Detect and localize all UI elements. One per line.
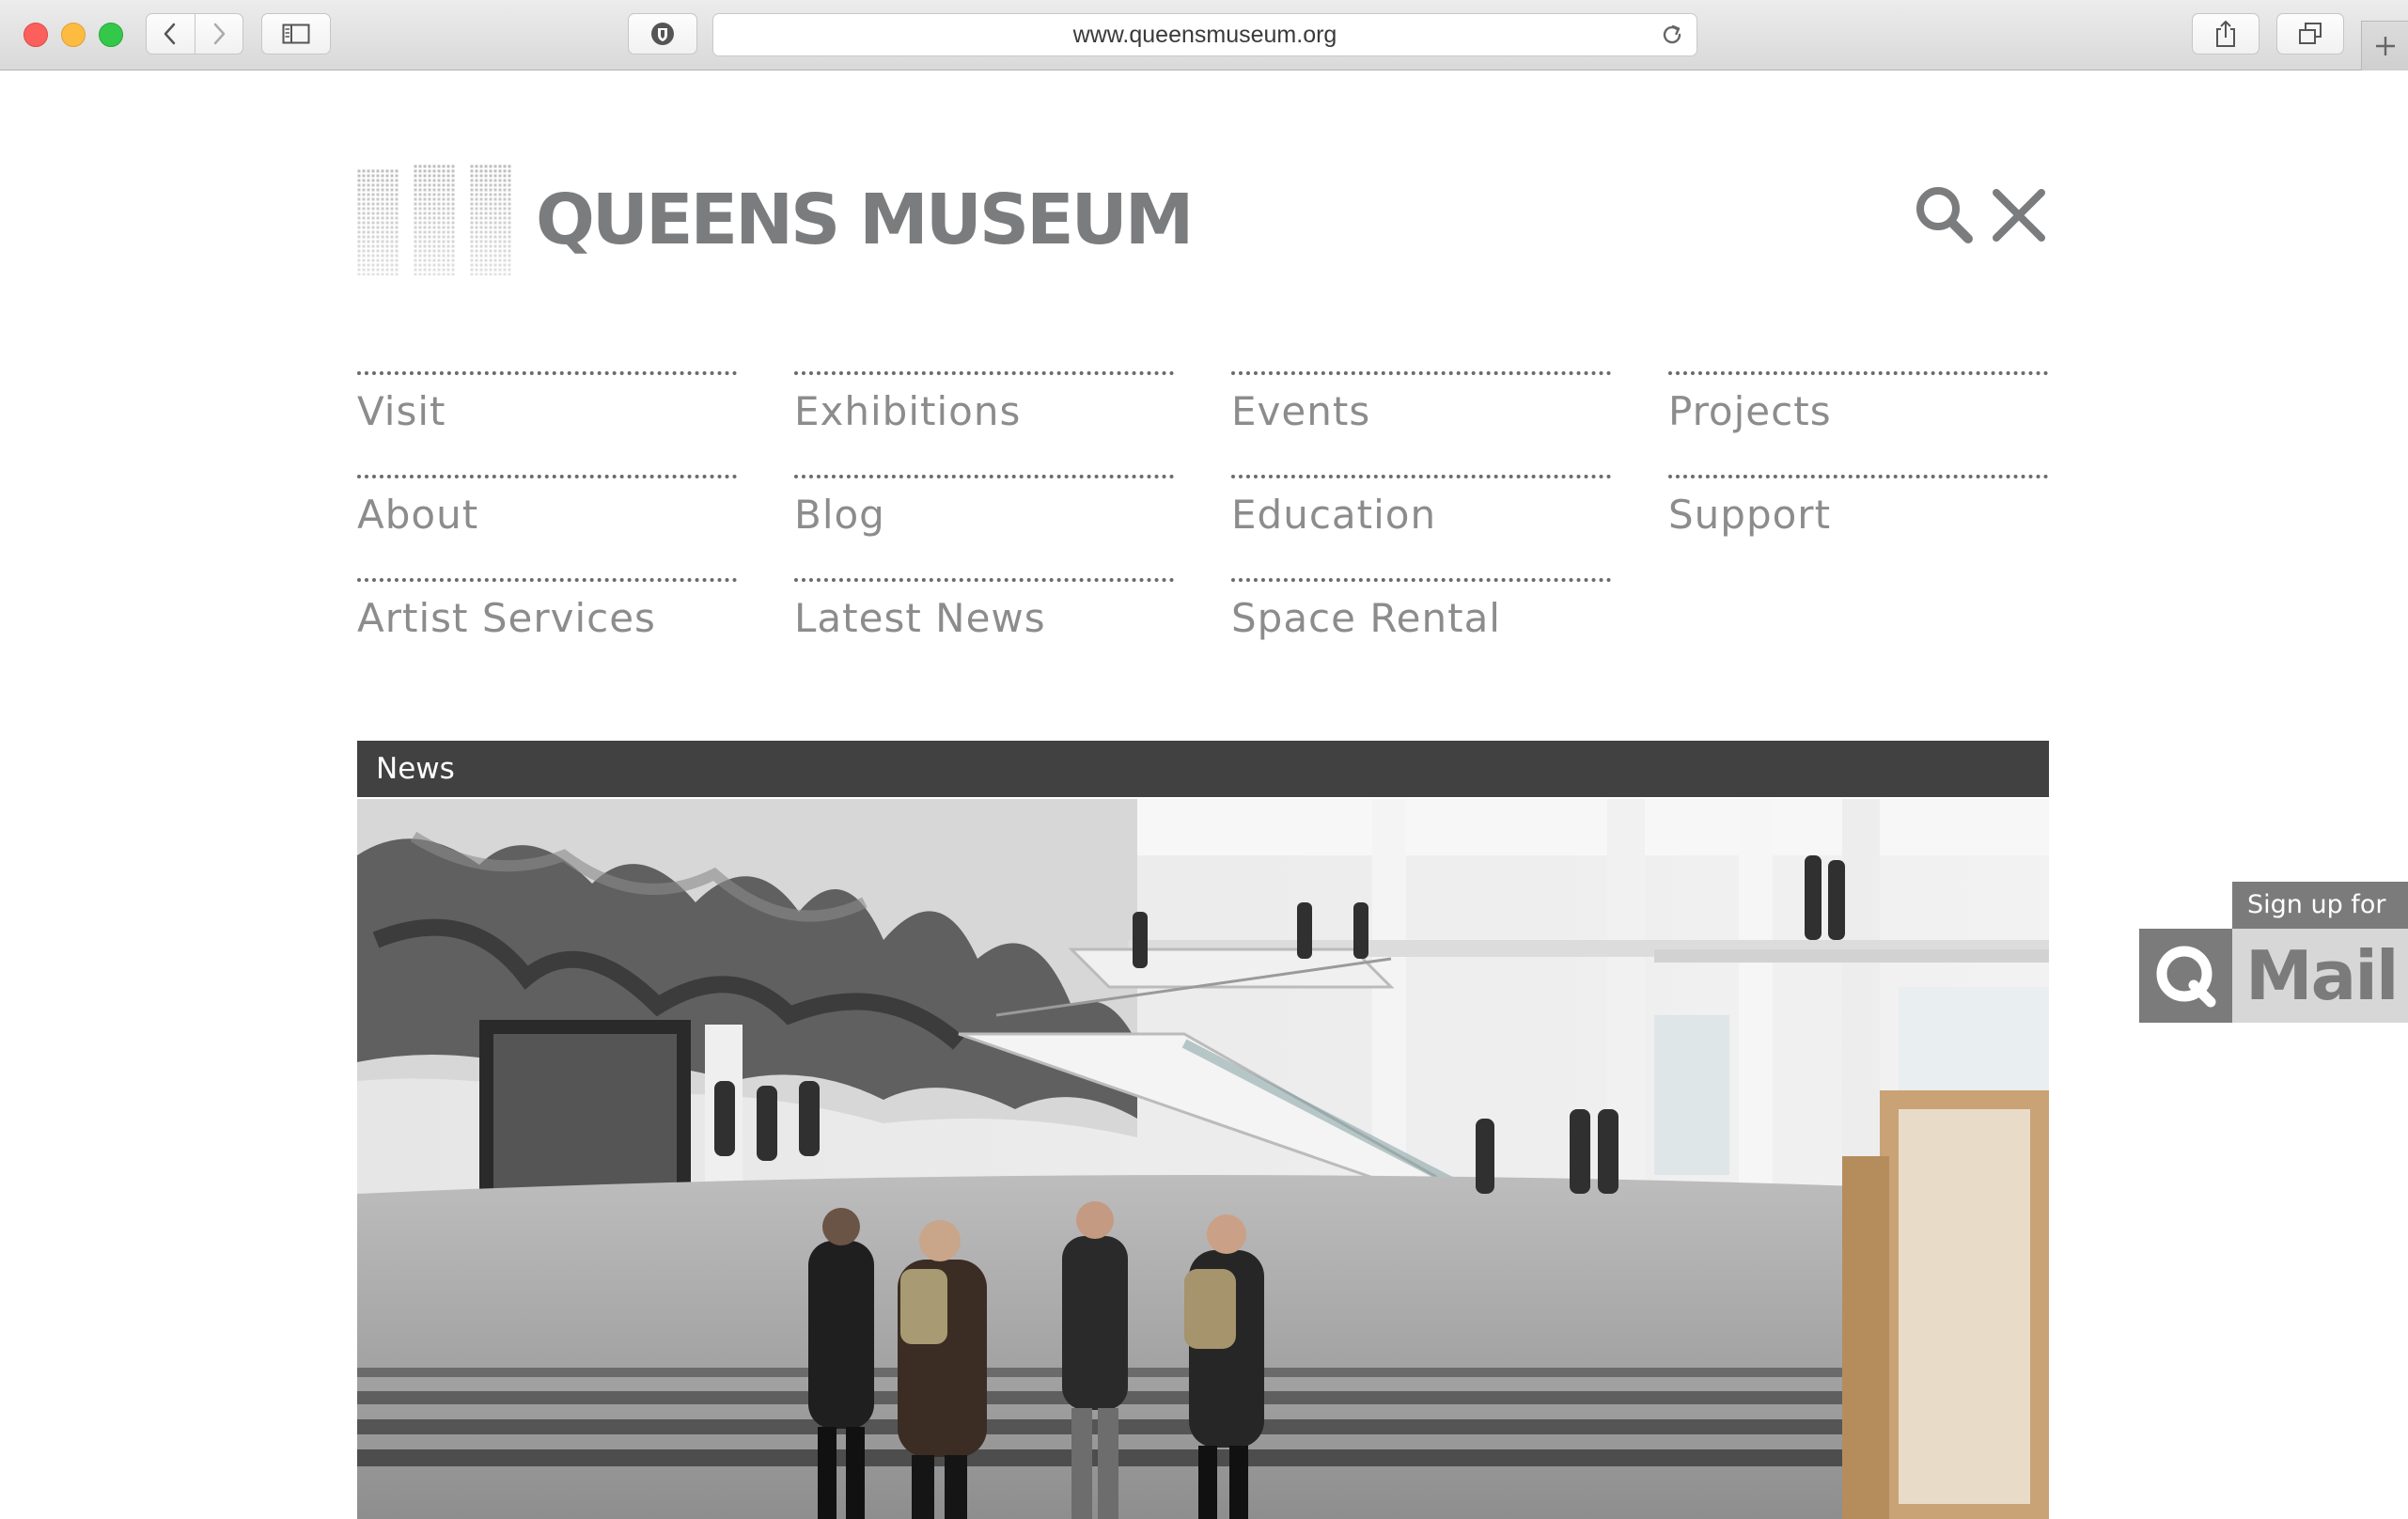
close-menu-button[interactable] <box>1991 187 2047 243</box>
address-bar[interactable]: www.queensmuseum.org <box>712 13 1697 56</box>
shield-icon <box>651 23 674 45</box>
back-button[interactable] <box>147 14 195 54</box>
menu-item-education[interactable]: Education <box>1231 475 1611 578</box>
menu-item-exhibitions[interactable]: Exhibitions <box>794 371 1174 475</box>
privacy-extension-button[interactable] <box>628 13 697 55</box>
menu-item-blog[interactable]: Blog <box>794 475 1174 578</box>
qmail-brand: Mail <box>2232 929 2408 1023</box>
plus-icon <box>2375 37 2395 55</box>
sidebar-icon <box>282 23 310 44</box>
chevron-left-icon <box>164 23 176 45</box>
menu-item-artist-services[interactable]: Artist Services <box>357 578 737 681</box>
qmail-signup-label: Sign up for <box>2232 882 2408 929</box>
forward-button[interactable] <box>194 14 243 54</box>
logo-mark-icon <box>357 164 512 275</box>
reload-icon <box>1663 24 1681 44</box>
site-logo[interactable]: QUEENS MUSEUM <box>357 164 1194 275</box>
url-text: www.queensmuseum.org <box>1072 21 1337 48</box>
reload-button[interactable] <box>1659 22 1685 52</box>
site-title: QUEENS MUSEUM <box>536 180 1194 260</box>
tabs-overview-button[interactable] <box>2276 13 2344 55</box>
menu-item-latest-news[interactable]: Latest News <box>794 578 1174 681</box>
qmail-q-icon <box>2139 929 2232 1023</box>
menu-item-about[interactable]: About <box>357 475 737 578</box>
history-nav <box>146 13 243 55</box>
menu-item-support[interactable]: Support <box>1668 475 2048 578</box>
tabs-icon <box>2299 23 2322 44</box>
news-section-header: News <box>357 741 2049 797</box>
share-icon <box>2216 21 2235 47</box>
main-menu: Visit Exhibitions Events Projects About … <box>357 371 2049 681</box>
search-icon <box>1916 187 1973 243</box>
minimize-window-button[interactable] <box>61 23 86 47</box>
qmail-signup-widget[interactable]: Sign up for Mail <box>2139 882 2408 1023</box>
search-button[interactable] <box>1914 184 1974 244</box>
sidebar-toggle-button[interactable] <box>261 13 331 55</box>
menu-item-space-rental[interactable]: Space Rental <box>1231 578 1611 681</box>
chevron-right-icon <box>213 23 225 45</box>
close-window-button[interactable] <box>23 23 48 47</box>
new-tab-button[interactable] <box>2361 21 2408 70</box>
close-icon <box>1993 189 2045 242</box>
fullscreen-window-button[interactable] <box>99 23 123 47</box>
news-hero-image[interactable] <box>357 799 2049 1519</box>
menu-item-visit[interactable]: Visit <box>357 371 737 475</box>
share-button[interactable] <box>2192 13 2259 55</box>
browser-toolbar: www.queensmuseum.org <box>0 0 2408 70</box>
menu-item-events[interactable]: Events <box>1231 371 1611 475</box>
museum-atrium-photo <box>357 799 2049 1519</box>
menu-item-projects[interactable]: Projects <box>1668 371 2048 475</box>
